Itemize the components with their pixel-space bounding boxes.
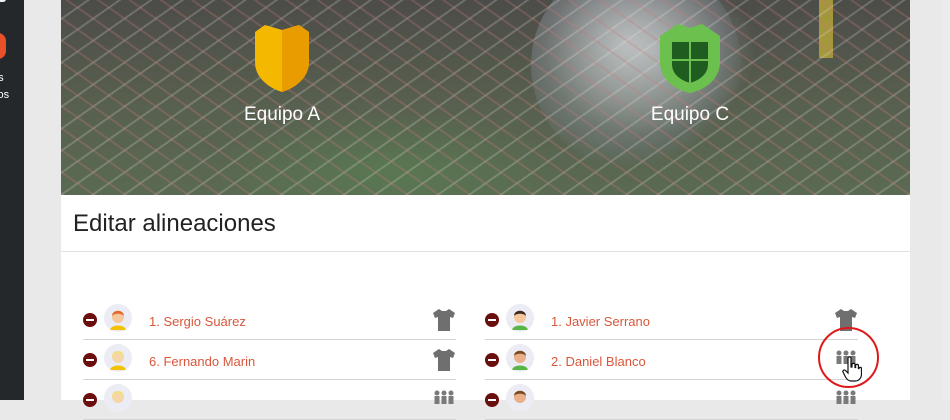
sidebar-item-label[interactable]: os vos bbox=[0, 70, 24, 104]
team-home-name: Equipo A bbox=[243, 104, 321, 125]
player-name-link[interactable]: 2. Daniel Blanco bbox=[551, 354, 646, 369]
player-row bbox=[485, 380, 858, 420]
shirt-icon[interactable] bbox=[431, 348, 457, 372]
remove-player-button[interactable] bbox=[485, 353, 499, 367]
remove-player-button[interactable] bbox=[485, 313, 499, 327]
shield-icon bbox=[255, 25, 309, 92]
sidebar-label-line-2: vos bbox=[0, 89, 10, 101]
net-background bbox=[61, 0, 910, 195]
left-sidebar: os vos bbox=[0, 0, 24, 400]
match-card: Equipo A Equipo C Editar alineaciones 1.… bbox=[61, 0, 910, 420]
team-away[interactable]: Equipo C bbox=[610, 22, 770, 126]
player-name-link[interactable]: 6. Fernando Marin bbox=[149, 354, 255, 369]
player-row: 1. Javier Serrano bbox=[485, 300, 858, 340]
team-home[interactable]: Equipo A bbox=[202, 22, 362, 126]
page-title: Editar alineaciones bbox=[73, 210, 276, 237]
match-header-banner: Equipo A Equipo C bbox=[61, 0, 910, 195]
player-avatar bbox=[506, 344, 534, 372]
team-away-name: Equipo C bbox=[650, 104, 730, 125]
player-avatar bbox=[104, 384, 132, 412]
remove-player-button[interactable] bbox=[83, 313, 97, 327]
lineup-home: 1. Sergio Suárez 6. Fernando Marin bbox=[83, 300, 456, 420]
substitutes-icon[interactable] bbox=[431, 388, 457, 412]
remove-player-button[interactable] bbox=[83, 353, 97, 367]
player-name-link[interactable]: 1. Javier Serrano bbox=[551, 314, 650, 329]
section-divider bbox=[61, 251, 910, 252]
player-name-link[interactable]: 1. Sergio Suárez bbox=[149, 314, 246, 329]
shirt-icon[interactable] bbox=[431, 308, 457, 332]
sidebar-label-line-1: os bbox=[0, 72, 4, 84]
sidebar-top-button[interactable] bbox=[0, 0, 6, 2]
player-row: 6. Fernando Marin bbox=[83, 340, 456, 380]
player-row: 1. Sergio Suárez bbox=[83, 300, 456, 340]
player-avatar bbox=[506, 304, 534, 332]
player-avatar bbox=[104, 304, 132, 332]
player-row bbox=[83, 380, 456, 420]
remove-player-button[interactable] bbox=[83, 393, 97, 407]
player-avatar bbox=[104, 344, 132, 372]
remove-player-button[interactable] bbox=[485, 393, 499, 407]
player-avatar bbox=[506, 384, 534, 412]
lineup-away: 1. Javier Serrano 2. Daniel Blanco bbox=[485, 300, 858, 420]
notification-badge[interactable] bbox=[0, 33, 6, 59]
hand-cursor-icon bbox=[842, 356, 862, 382]
page-scroll-area bbox=[942, 0, 950, 400]
player-row: 2. Daniel Blanco bbox=[485, 340, 858, 380]
shield-icon bbox=[660, 24, 720, 93]
substitutes-icon[interactable] bbox=[833, 388, 859, 412]
